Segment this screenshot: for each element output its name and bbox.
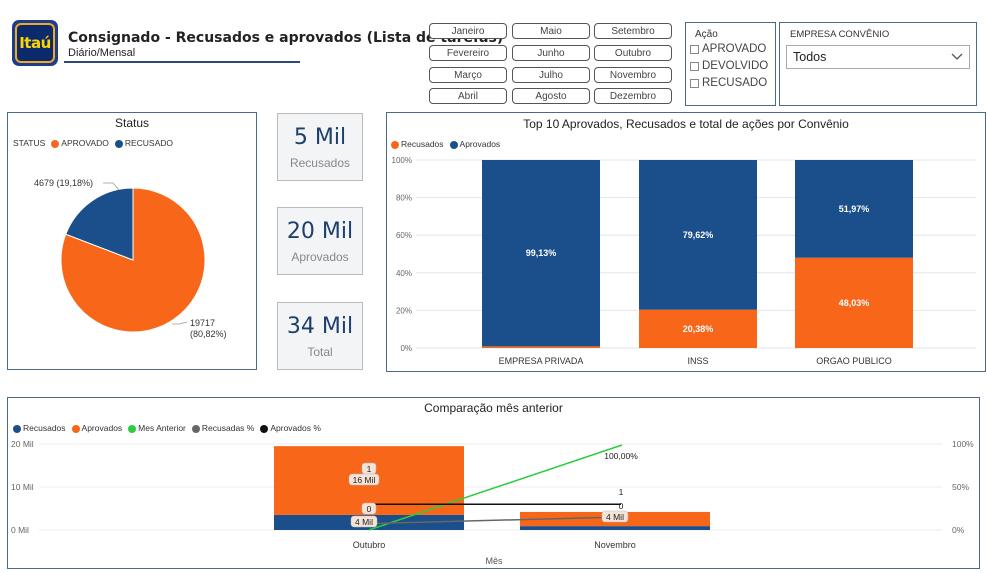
annotation-label: 1 <box>367 464 372 474</box>
x-tick-label: ORGAO PUBLICO <box>816 356 892 366</box>
chevron-down-icon <box>951 53 963 60</box>
y2-tick-label: 100% <box>952 439 974 449</box>
status-title: Status <box>114 116 150 130</box>
data-label-aprovados: 51,97% <box>839 204 870 214</box>
empresa-selected: Todos <box>793 50 827 64</box>
month-button-setembro[interactable]: Setembro <box>594 23 672 39</box>
acao-option-label: RECUSADO <box>702 77 768 89</box>
y-tick-label: 60% <box>396 231 412 240</box>
annotation-label: 0 <box>367 504 372 514</box>
title-underline <box>64 61 300 63</box>
kpi-label: Recusados <box>289 155 351 170</box>
annotation-label: 4 Mil <box>606 512 624 522</box>
acao-option-recusado[interactable]: RECUSADO <box>690 77 767 89</box>
kpi-value: 20 Mil <box>286 218 354 244</box>
acao-title: Ação <box>695 29 718 40</box>
top10-title: Top 10 Aprovados, Recusados e total de a… <box>523 117 849 131</box>
month-button-julho[interactable]: Julho <box>512 67 590 83</box>
legend-item-aprovado: APROVADO <box>51 138 109 148</box>
legend-dot <box>391 140 399 149</box>
x-tick-label: EMPRESA PRIVADA <box>499 356 584 366</box>
checkbox-icon[interactable] <box>690 78 699 88</box>
data-label-recusados: 48,03% <box>839 298 870 308</box>
x-tick-label: INSS <box>687 356 708 366</box>
y-tick-label: 40% <box>396 269 412 278</box>
empresa-dropdown[interactable]: Todos <box>786 45 970 69</box>
kpi-label: Total <box>307 344 333 359</box>
kpi-total: 34 Mil Total <box>277 302 363 370</box>
comparacao-combo-chart: 0 Mil 10 Mil 20 Mil 0% 50% 100% Outubro Novembr… <box>11 439 974 566</box>
month-button-janeiro[interactable]: Janeiro <box>429 23 507 39</box>
kpi-value: 5 Mil <box>293 124 347 150</box>
annotation-label: 0 <box>619 501 624 511</box>
itau-logo: Itaú <box>12 20 58 66</box>
pie-data-label: (80,82%) <box>190 329 227 339</box>
acao-option-aprovado[interactable]: APROVADO <box>690 43 766 55</box>
kpi-label: Aprovados <box>291 249 349 264</box>
month-button-novembro[interactable]: Novembro <box>594 67 672 83</box>
legend-label: Recusados <box>401 139 444 149</box>
pie-leader-line <box>172 321 188 325</box>
pie-data-label: 19717 <box>190 318 215 328</box>
bar-recusados <box>482 346 600 348</box>
y-tick-label: 0% <box>400 344 412 353</box>
legend-label: APROVADO <box>61 138 109 148</box>
month-button-fevereiro[interactable]: Fevereiro <box>429 45 507 61</box>
pie-leader-line <box>103 182 120 191</box>
x-tick-label: Outubro <box>353 540 386 550</box>
legend-label: Aprovados <box>459 139 501 149</box>
data-label-aprovados: 79,62% <box>683 230 714 240</box>
comparacao-title: Comparação mês anterior <box>424 401 563 415</box>
legend-item-aprovados: Aprovados <box>449 139 501 149</box>
month-button-maio[interactable]: Maio <box>512 23 590 39</box>
month-button-outubro[interactable]: Outubro <box>594 45 672 61</box>
y-tick-label: 20 Mil <box>11 439 34 449</box>
kpi-aprovados: 20 Mil Aprovados <box>277 207 363 275</box>
y-tick-label: 80% <box>396 194 412 203</box>
checkbox-icon[interactable] <box>690 44 699 54</box>
data-label-recusados: 20,38% <box>683 324 714 334</box>
acao-option-label: DEVOLVIDO <box>702 60 769 72</box>
checkbox-icon[interactable] <box>690 61 699 71</box>
month-button-agosto[interactable]: Agosto <box>512 88 590 104</box>
month-button-dezembro[interactable]: Dezembro <box>594 88 672 104</box>
legend-item-recusados: Recusados <box>391 139 444 149</box>
annotation-label: 4 Mil <box>355 517 373 527</box>
month-button-marco[interactable]: Março <box>429 67 507 83</box>
kpi-value: 34 Mil <box>286 313 354 339</box>
logo-text: Itaú <box>15 23 55 63</box>
acao-option-label: APROVADO <box>702 43 767 55</box>
y-tick-label: 10 Mil <box>11 482 34 492</box>
x-axis-title: Mês <box>485 556 503 566</box>
legend-item-recusado: RECUSADO <box>114 138 174 148</box>
page-subtitle: Diário/Mensal <box>68 47 136 59</box>
month-button-abril[interactable]: Abril <box>429 88 507 104</box>
empresa-title: EMPRESA CONVÊNIO <box>790 29 890 40</box>
y-tick-label: 20% <box>396 306 412 315</box>
top10-bar-chart: 0% 20% 40% 60% 80% 100% 99,13% EMPRESA PRIVADA 7… <box>392 156 976 366</box>
data-label-aprovados: 99,13% <box>526 248 557 258</box>
kpi-recusados: 5 Mil Recusados <box>277 113 363 181</box>
acao-option-devolvido[interactable]: DEVOLVIDO <box>690 60 768 72</box>
y-tick-label: 0 Mil <box>11 525 29 535</box>
legend-dot <box>51 139 60 148</box>
y2-tick-label: 50% <box>952 482 969 492</box>
x-tick-label: Novembro <box>594 540 636 550</box>
month-button-junho[interactable]: Junho <box>512 45 590 61</box>
status-legend: STATUS APROVADO RECUSADO <box>13 138 173 148</box>
legend-label: RECUSADO <box>124 138 174 148</box>
pie-data-label: 4679 (19,18%) <box>34 178 93 188</box>
annotation-label: 1 <box>619 487 624 497</box>
y-tick-label: 100% <box>392 156 412 165</box>
status-pie-chart: 4679 (19,18%) 19717(80,82%) <box>34 178 227 339</box>
y2-tick-label: 0% <box>952 525 965 535</box>
legend-dot <box>449 140 458 149</box>
annotation-label: 16 Mil <box>353 475 376 485</box>
legend-title: STATUS <box>13 138 46 148</box>
legend-dot <box>114 139 123 148</box>
bar-recusados <box>520 526 710 530</box>
top10-legend: Recusados Aprovados <box>391 139 500 149</box>
annotation-label: 100,00% <box>604 451 638 461</box>
